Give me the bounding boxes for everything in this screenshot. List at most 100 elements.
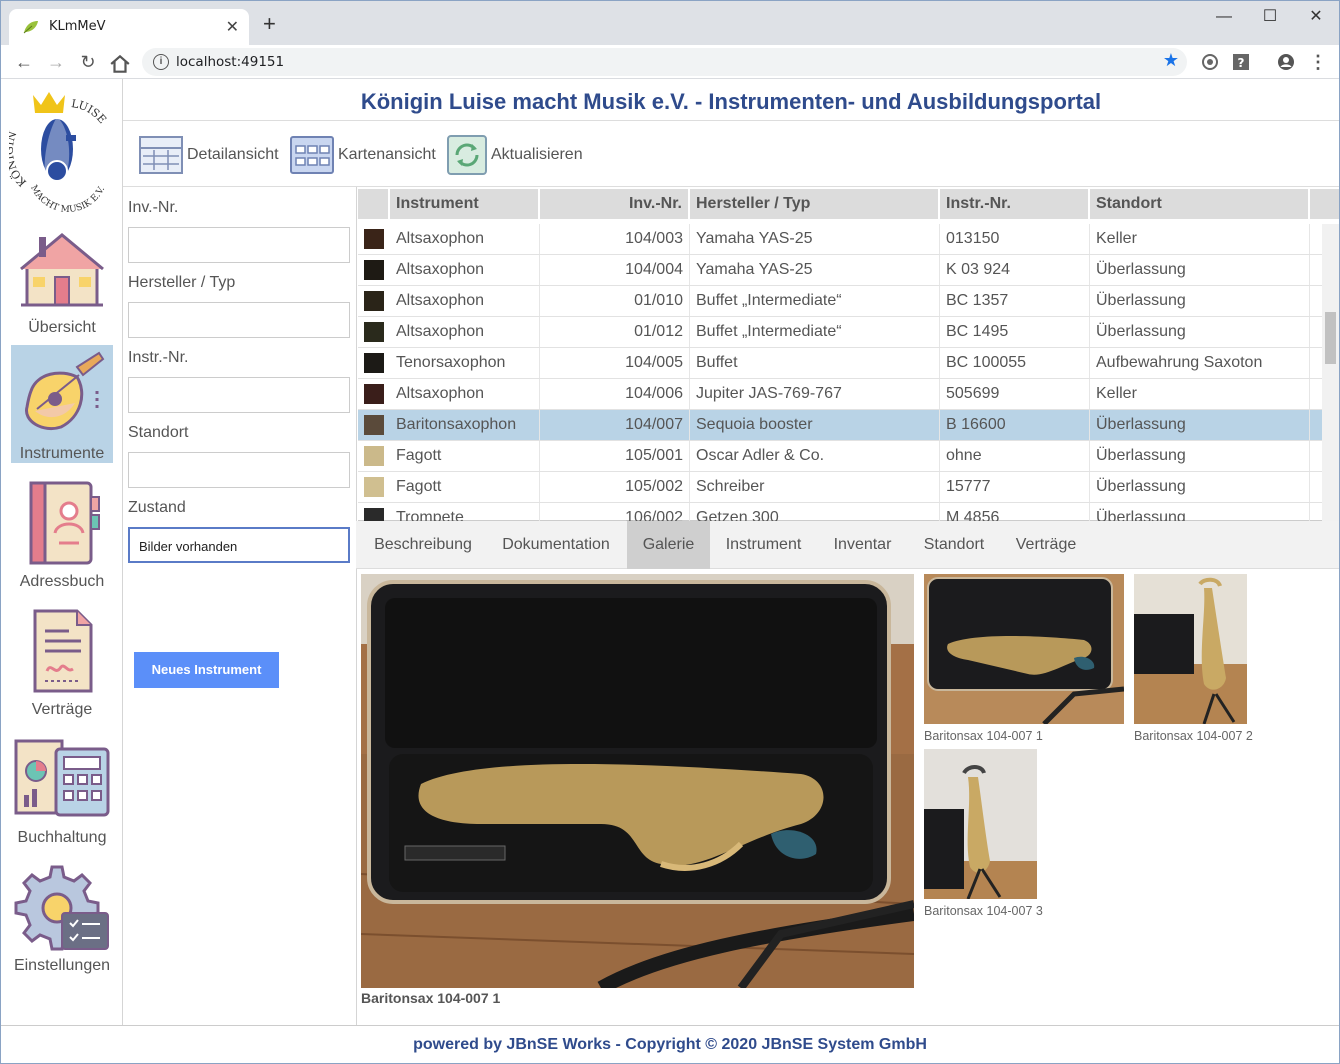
main-photo[interactable] <box>361 574 914 988</box>
tab-close-icon[interactable]: ✕ <box>226 17 239 37</box>
minimize-button[interactable]: — <box>1201 5 1247 31</box>
extension-icon[interactable] <box>1201 53 1219 71</box>
cell-standort: Überlassung <box>1090 503 1310 521</box>
cell-instrument: Trompete <box>390 503 540 521</box>
settings-icon <box>14 865 109 951</box>
close-window-button[interactable]: ✕ <box>1293 5 1339 31</box>
tab-vertraege[interactable]: Verträge <box>998 521 1094 569</box>
sidebar-item-instrumente[interactable]: Instrumente <box>11 345 113 463</box>
row-thumbnail <box>364 322 384 342</box>
table-row[interactable]: Trompete 106/002 Getzen 300 M 4856 Überlassu… <box>358 503 1322 521</box>
header-inv-nr[interactable]: Inv.-Nr. <box>540 189 690 219</box>
card-view-button[interactable]: Kartenansicht <box>290 135 436 175</box>
maximize-button[interactable]: ☐ <box>1247 5 1293 31</box>
sidebar-item-adressbuch[interactable]: Adressbuch <box>11 473 113 591</box>
browser-window: KLmMeV ✕ + — ☐ ✕ ← → ↻ i localhost:49151… <box>0 0 1340 1064</box>
browser-tab[interactable]: KLmMeV ✕ <box>9 9 249 45</box>
sidebar-item-einstellungen[interactable]: Einstellungen <box>11 857 113 975</box>
table-row[interactable]: Altsaxophon 104/006 Jupiter JAS-769-767 505… <box>358 379 1322 410</box>
row-thumbnail <box>364 384 384 404</box>
browser-toolbar: ← → ↻ i localhost:49151 ★ ? ⋮ <box>1 45 1339 79</box>
cell-inv: 104/004 <box>540 255 690 285</box>
table-header: Instrument Inv.-Nr. Hersteller / Typ Ins… <box>358 189 1339 219</box>
cell-hersteller: Buffet „Intermediate“ <box>690 317 940 347</box>
new-tab-button[interactable]: + <box>263 11 276 37</box>
inv-nr-input[interactable] <box>128 227 350 263</box>
cell-instr-nr: 15777 <box>940 472 1090 502</box>
table-row[interactable]: Baritonsaxophon 104/007 Sequoia booster B 1… <box>358 410 1322 441</box>
url-text[interactable]: localhost:49151 <box>176 54 284 70</box>
table-row[interactable]: Altsaxophon 104/004 Yamaha YAS-25 K 03 924 Ü… <box>358 255 1322 286</box>
sidebar: KÖNIGIN LUISE MACHT MUSIK E.V. Übersicht <box>1 79 123 1025</box>
sidebar-item-vertraege[interactable]: Verträge <box>11 601 113 719</box>
header-hersteller[interactable]: Hersteller / Typ <box>690 189 940 219</box>
header-thumb <box>358 189 390 219</box>
thumbnail-caption: Baritonsax 104-007 3 <box>924 904 1043 918</box>
thumbnail-3[interactable] <box>924 749 1037 899</box>
home-icon[interactable] <box>109 53 131 75</box>
new-instrument-button[interactable]: Neues Instrument <box>134 652 279 688</box>
logo-text-right: LUISE <box>70 97 109 126</box>
standort-input[interactable] <box>128 452 350 488</box>
back-icon[interactable]: ← <box>13 51 35 73</box>
cell-instr-nr: B 16600 <box>940 410 1090 440</box>
help-icon[interactable]: ? <box>1232 53 1250 71</box>
header-instrument[interactable]: Instrument <box>390 189 540 219</box>
menu-icon[interactable]: ⋮ <box>1307 51 1329 73</box>
detail-view-button[interactable]: Detailansicht <box>139 135 279 175</box>
tab-galerie[interactable]: Galerie <box>627 521 710 569</box>
tab-beschreibung[interactable]: Beschreibung <box>358 521 488 569</box>
scrollbar-thumb[interactable] <box>1325 312 1336 364</box>
cell-instr-nr: BC 100055 <box>940 348 1090 378</box>
page-title: Königin Luise macht Musik e.V. - Instrum… <box>360 89 1102 114</box>
contract-icon <box>33 609 93 693</box>
cell-instrument: Altsaxophon <box>390 255 540 285</box>
header-standort[interactable]: Standort <box>1090 189 1310 219</box>
bookmark-star-icon[interactable]: ★ <box>1163 50 1179 71</box>
cell-instrument: Altsaxophon <box>390 317 540 347</box>
tab-dokumentation[interactable]: Dokumentation <box>488 521 624 569</box>
table-row[interactable]: Fagott 105/001 Oscar Adler & Co. ohne Überla… <box>358 441 1322 472</box>
thumbnail-1[interactable] <box>924 574 1124 724</box>
sidebar-item-uebersicht[interactable]: Übersicht <box>11 219 113 337</box>
table-row[interactable]: Altsaxophon 01/010 Buffet „Intermediate“ BC… <box>358 286 1322 317</box>
cell-standort: Überlassung <box>1090 255 1310 285</box>
info-icon[interactable]: i <box>153 54 169 70</box>
detail-view-label: Detailansicht <box>187 146 279 163</box>
cell-standort: Überlassung <box>1090 317 1310 347</box>
hersteller-input[interactable] <box>128 302 350 338</box>
row-thumbnail <box>364 229 384 249</box>
header-instr-nr[interactable]: Instr.-Nr. <box>940 189 1090 219</box>
forward-icon[interactable]: → <box>45 51 67 73</box>
thumbnail-2[interactable] <box>1134 574 1247 724</box>
instr-nr-input[interactable] <box>128 377 350 413</box>
cell-standort: Überlassung <box>1090 286 1310 316</box>
table-row[interactable]: Altsaxophon 01/012 Buffet „Intermediate“ BC… <box>358 317 1322 348</box>
refresh-button[interactable]: Aktualisieren <box>447 135 583 175</box>
instrument-table: Instrument Inv.-Nr. Hersteller / Typ Ins… <box>358 189 1339 521</box>
cell-hersteller: Oscar Adler & Co. <box>690 441 940 471</box>
tab-standort[interactable]: Standort <box>910 521 998 569</box>
profile-icon[interactable] <box>1277 53 1295 71</box>
sidebar-label: Instrumente <box>19 445 105 462</box>
cell-inv: 01/012 <box>540 317 690 347</box>
refresh-icon <box>447 135 487 175</box>
row-thumbnail <box>364 291 384 311</box>
cell-instr-nr: 505699 <box>940 379 1090 409</box>
logo-text-bottom: MACHT MUSIK E.V. <box>28 184 107 215</box>
table-row[interactable]: Tenorsaxophon 104/005 Buffet BC 100055 Aufbe… <box>358 348 1322 379</box>
app-header: Königin Luise macht Musik e.V. - Instrum… <box>123 79 1339 121</box>
cell-instrument: Fagott <box>390 441 540 471</box>
zustand-select[interactable]: Bilder vorhanden <box>128 527 350 563</box>
table-scrollbar[interactable] <box>1322 224 1339 521</box>
sidebar-item-buchhaltung[interactable]: Buchhaltung <box>11 729 113 847</box>
tab-instrument[interactable]: Instrument <box>712 521 815 569</box>
reload-icon[interactable]: ↻ <box>77 51 99 73</box>
table-row[interactable]: Altsaxophon 104/003 Yamaha YAS-25 013150 Kel… <box>358 224 1322 255</box>
detail-tabs: Beschreibung Dokumentation Galerie Instr… <box>356 521 1339 569</box>
table-row[interactable]: Fagott 105/002 Schreiber 15777 Überlassung <box>358 472 1322 503</box>
instr-nr-label: Instr.-Nr. <box>128 349 189 366</box>
address-bar[interactable]: i localhost:49151 ★ <box>142 48 1187 76</box>
cell-hersteller: Buffet „Intermediate“ <box>690 286 940 316</box>
tab-inventar[interactable]: Inventar <box>815 521 910 569</box>
